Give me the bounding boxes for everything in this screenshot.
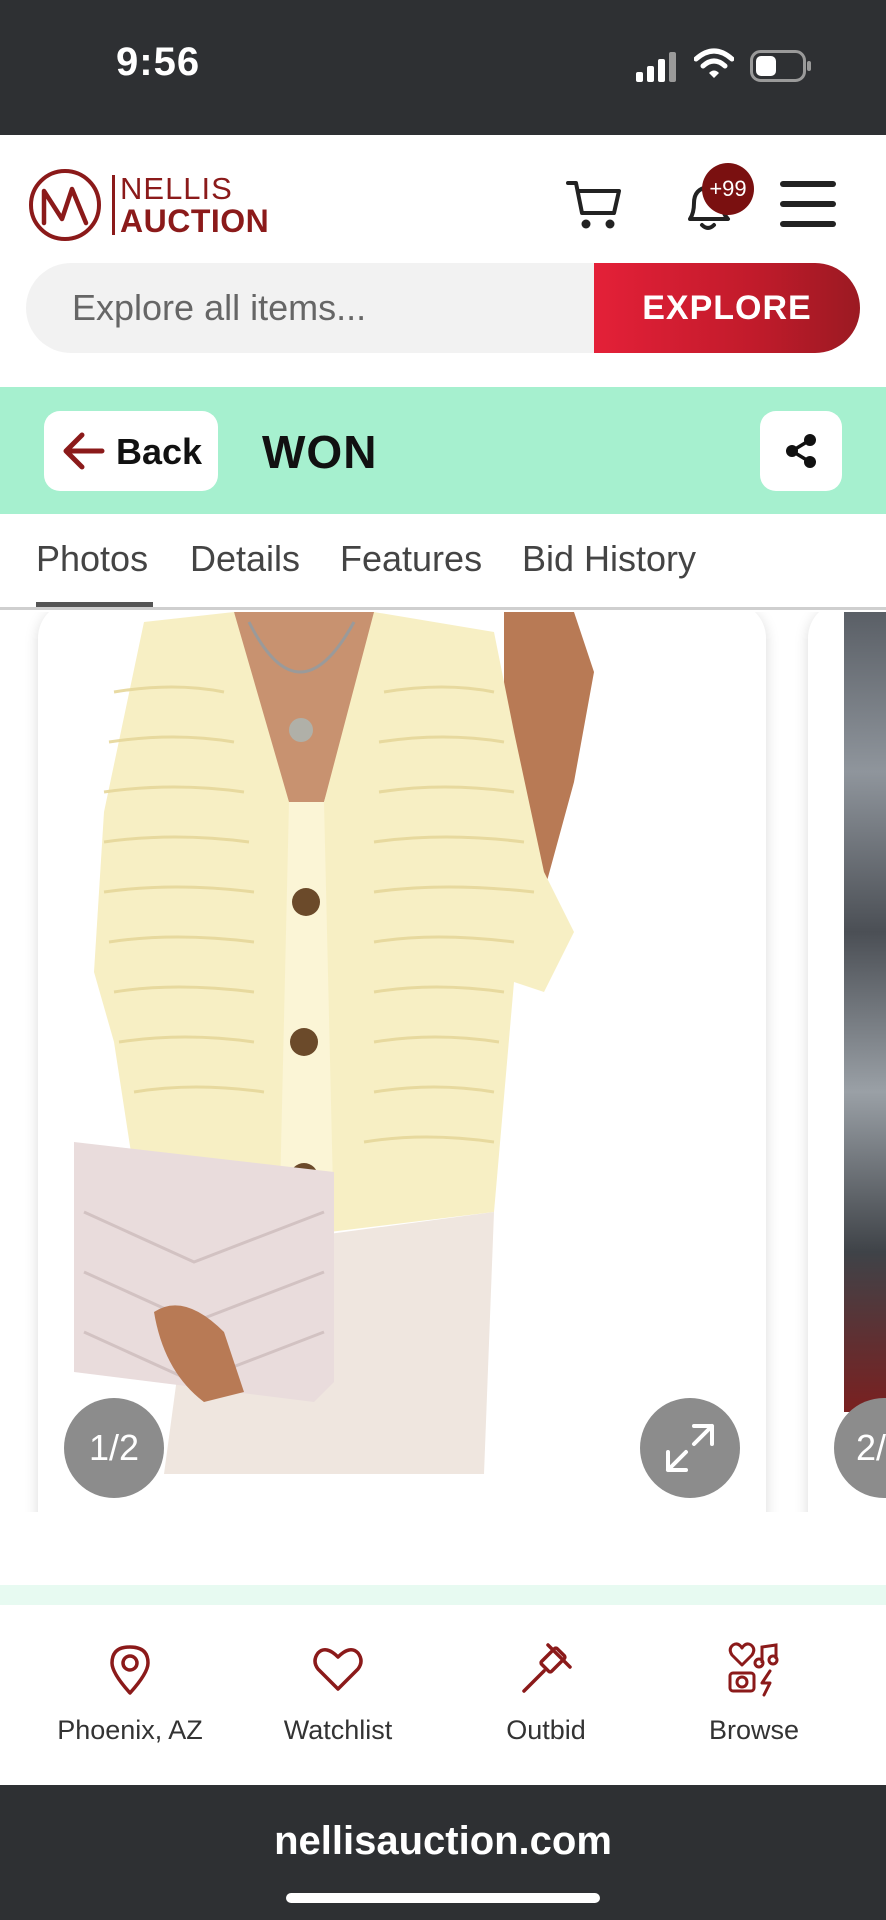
explore-button[interactable]: EXPLORE xyxy=(594,263,860,353)
nav-divider-strip xyxy=(0,1585,886,1605)
logo-mark-icon xyxy=(29,169,101,241)
bottom-navigation: Phoenix, AZ Watchlist Outbid Browse xyxy=(0,1605,886,1785)
logo-divider xyxy=(112,175,115,235)
battery-icon xyxy=(750,50,811,82)
back-label: Back xyxy=(116,431,203,472)
search-input[interactable] xyxy=(72,263,592,353)
logo-text-nellis: NELLIS xyxy=(120,171,233,206)
product-photo-next xyxy=(844,612,886,1412)
photo-card-next[interactable]: 2/ xyxy=(808,612,886,1512)
browser-url[interactable]: nellisauction.com xyxy=(0,1819,886,1864)
nellis-auction-logo[interactable]: NELLIS AUCTION xyxy=(28,167,278,243)
location-pin-icon xyxy=(110,1645,150,1695)
nav-watchlist-label: Watchlist xyxy=(283,1715,393,1745)
photo-card[interactable]: 1/2 xyxy=(38,612,766,1512)
gavel-icon xyxy=(522,1643,572,1693)
lot-status-bar: Back WON xyxy=(0,387,886,514)
nav-outbid[interactable]: Outbid xyxy=(442,1641,650,1761)
nav-watchlist[interactable]: Watchlist xyxy=(234,1641,442,1761)
nav-location-label: Phoenix, AZ xyxy=(57,1715,203,1745)
heart-icon xyxy=(313,1648,363,1691)
cart-icon[interactable] xyxy=(566,179,622,231)
logo-text-auction: AUCTION xyxy=(120,203,270,239)
notification-count-badge: +99 xyxy=(702,163,754,215)
lot-tabs: Photos Details Features Bid History xyxy=(0,514,886,610)
app-header: NELLIS AUCTION +99 EXPLORE xyxy=(0,135,886,387)
browse-categories-icon xyxy=(728,1642,779,1697)
lot-status-label: WON xyxy=(262,426,378,478)
tab-details[interactable]: Details xyxy=(190,538,300,580)
nav-browse[interactable]: Browse xyxy=(650,1641,858,1761)
active-tab-indicator xyxy=(36,602,153,607)
photo-counter-next: 2/ xyxy=(834,1398,886,1498)
home-indicator[interactable] xyxy=(286,1893,600,1903)
nav-location[interactable]: Phoenix, AZ xyxy=(26,1641,234,1761)
search-bar: EXPLORE xyxy=(26,263,860,353)
nav-outbid-label: Outbid xyxy=(506,1715,586,1745)
clock-time: 9:56 xyxy=(116,40,201,84)
share-icon xyxy=(786,434,816,468)
tab-bid-history[interactable]: Bid History xyxy=(522,538,696,580)
photo-counter: 1/2 xyxy=(64,1398,164,1498)
hamburger-menu-icon[interactable] xyxy=(780,181,838,231)
back-button[interactable]: Back xyxy=(44,411,218,491)
system-status-bar: 9:56 xyxy=(0,0,886,135)
browser-url-bar: nellisauction.com xyxy=(0,1785,886,1920)
back-arrow-icon xyxy=(63,432,105,470)
share-button[interactable] xyxy=(760,411,842,491)
cellular-signal-icon xyxy=(636,52,676,82)
wifi-icon xyxy=(694,48,734,78)
photo-gallery[interactable]: 1/2 2/ xyxy=(0,612,886,1512)
expand-icon[interactable] xyxy=(640,1398,740,1498)
product-photo xyxy=(74,612,620,1474)
tab-features[interactable]: Features xyxy=(340,538,482,580)
nav-browse-label: Browse xyxy=(708,1715,800,1745)
tab-photos[interactable]: Photos xyxy=(36,538,148,580)
